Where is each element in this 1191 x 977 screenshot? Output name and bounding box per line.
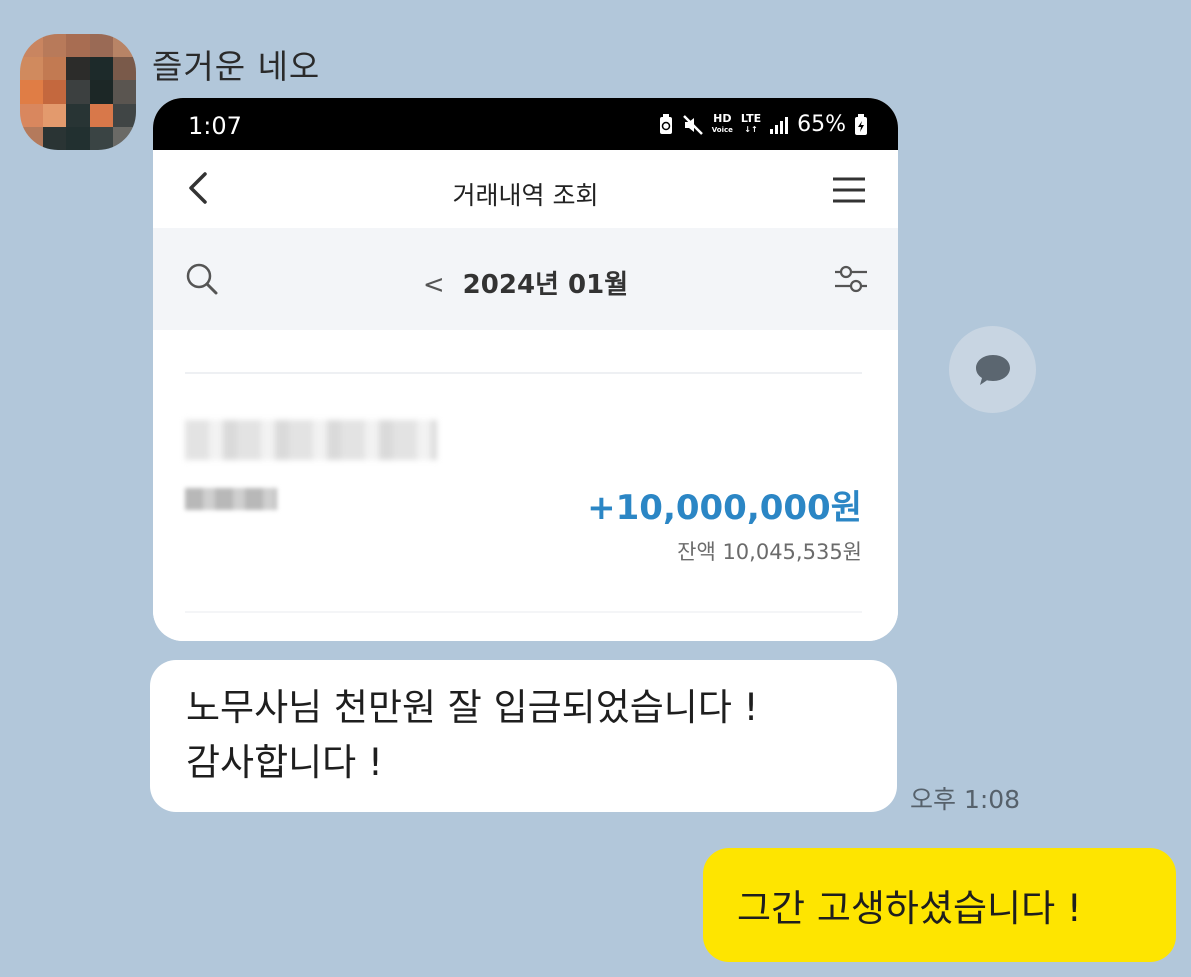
avatar[interactable] xyxy=(20,34,136,150)
status-time: 1:07 xyxy=(188,112,242,140)
status-bar: 1:07 HD Voice LTE ↓↑ 65% xyxy=(153,98,898,150)
received-message-bubble[interactable]: 노무사님 천만원 잘 입금되었습니다 ! 감사합니다 ! xyxy=(150,660,897,812)
month-label: 2024년 01월 xyxy=(462,270,629,300)
battery-percent: 65% xyxy=(797,112,846,137)
blurred-description xyxy=(185,420,437,460)
sent-message-bubble[interactable]: 그간 고생하셨습니다 ! xyxy=(703,848,1176,962)
sender-name: 즐거운 네오 xyxy=(152,47,321,86)
filter-bar: <2024년 01월 xyxy=(153,228,898,330)
lte-icon: LTE ↓↑ xyxy=(740,112,762,134)
mute-icon xyxy=(682,114,703,135)
divider xyxy=(185,372,862,374)
status-icons: HD Voice LTE ↓↑ 65% xyxy=(658,112,868,137)
message-text: 그간 고생하셨습니다 ! xyxy=(737,887,1082,930)
divider xyxy=(185,611,862,613)
month-selector[interactable]: <2024년 01월 xyxy=(153,264,898,301)
hd-voice-icon: HD Voice xyxy=(711,112,733,134)
app-header: 거래내역 조회 xyxy=(153,150,898,228)
filter-settings-icon[interactable] xyxy=(834,264,868,294)
hamburger-menu-icon[interactable] xyxy=(832,176,866,204)
message-text: 노무사님 천만원 잘 입금되었습니다 ! xyxy=(186,686,759,729)
speech-bubble-icon xyxy=(975,354,1010,385)
battery-icon xyxy=(855,113,867,135)
message-text: 감사합니다 ! xyxy=(186,741,383,784)
prev-month-icon[interactable]: < xyxy=(423,270,445,300)
page-title: 거래내역 조회 xyxy=(452,181,599,210)
message-timestamp: 오후 1:08 xyxy=(910,785,1021,814)
transaction-balance: 잔액 10,045,535원 xyxy=(677,540,862,564)
signal-icon xyxy=(770,116,789,134)
transaction-amount: +10,000,000원 xyxy=(587,488,862,528)
reply-button[interactable] xyxy=(949,326,1036,413)
transaction-list: +10,000,000원 잔액 10,045,535원 xyxy=(153,330,898,641)
battery-saver-icon xyxy=(659,113,672,134)
shared-screenshot-image[interactable]: 1:07 HD Voice LTE ↓↑ 65% 거래내역 조회 <2024년 01… xyxy=(153,98,898,641)
blurred-date xyxy=(185,488,277,510)
